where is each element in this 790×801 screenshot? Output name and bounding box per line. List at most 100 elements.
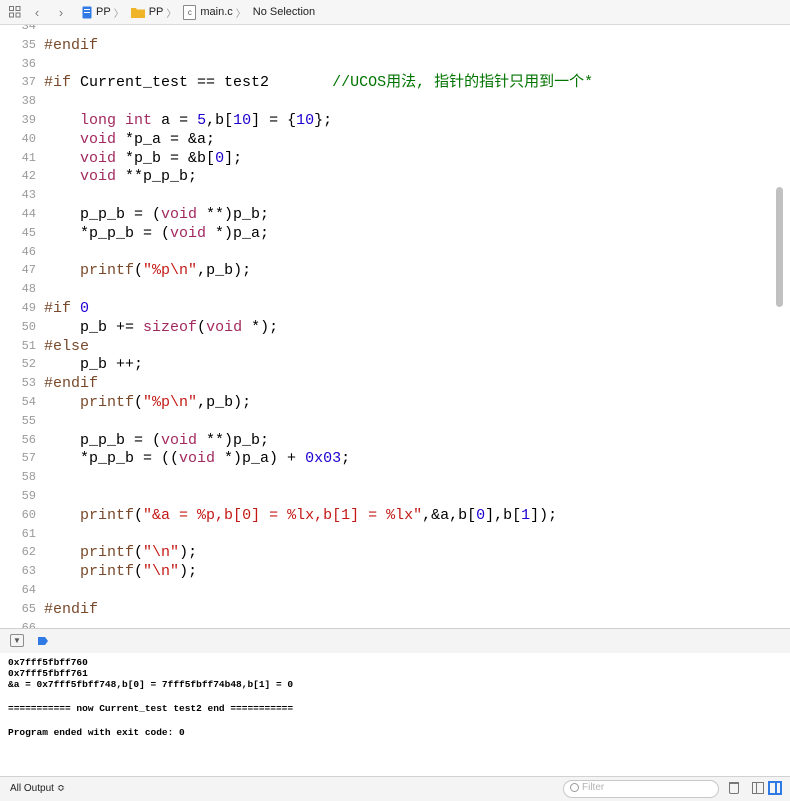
show-variables-view-icon[interactable] [752,782,764,794]
code-line[interactable]: 38 [0,92,775,111]
related-items-grid-icon[interactable] [8,0,22,24]
line-number: 35 [21,37,36,52]
code-line[interactable]: 64 [0,581,775,600]
code-line[interactable]: 66 [0,619,775,628]
code-line[interactable]: 59 [0,487,775,506]
line-number: 41 [21,150,36,165]
editor-scrollbar[interactable] [776,187,783,307]
code-line[interactable]: 42 void **p_p_b; [0,167,775,186]
forward-chevron-icon[interactable]: › [54,0,68,24]
line-number: 58 [21,470,36,485]
code-text: printf("\n"); [80,563,198,581]
code-text: void **p_p_b; [80,168,198,186]
code-line[interactable]: 54 printf("%p\n",p_b); [0,393,775,412]
trash-icon[interactable] [729,782,739,794]
code-line[interactable]: 52 p_b ++; [0,355,775,374]
code-text: p_p_b = (void **)p_b; [44,431,270,449]
code-line[interactable]: 53 #endif [0,374,775,393]
hide-debug-area-icon[interactable]: ▼ [10,634,24,647]
code-line[interactable]: 65 #endif [0,600,775,619]
line-number: 43 [21,188,36,203]
code-text: void *p_b = &b[0]; [80,149,243,167]
breadcrumb-symbol[interactable]: No Selection [253,6,315,18]
c-file-icon: c [183,4,197,20]
output-selector[interactable]: All Output ≎ [10,783,65,794]
breadcrumb-project[interactable]: PP [82,6,111,19]
code-text: #endif [44,375,99,393]
code-line[interactable]: 56 p_p_b = (void **)p_b; [0,431,775,450]
line-number: 39 [21,113,36,127]
line-number: 59 [21,489,36,503]
code-line[interactable]: 61 [0,525,775,544]
code-line[interactable]: 49 #if 0 [0,299,775,318]
line-number: 40 [21,131,36,146]
line-number: 46 [21,244,36,259]
code-line[interactable]: 57 *p_p_b = ((void *)p_a) + 0x03; [0,449,775,468]
breadcrumb-label: PP [148,6,164,18]
line-number: 52 [21,357,36,372]
chevron-right-icon: 〉 [166,8,177,20]
line-number: 64 [21,583,36,597]
jump-bar: ‹ › PP 〉 PP 〉 c main.c 〉 No Selection [0,0,790,25]
breadcrumb-group[interactable]: PP [130,6,164,18]
code-line[interactable]: 44 p_p_b = (void **)p_b; [0,205,775,224]
filter-placeholder: Filter [582,782,605,793]
code-line[interactable]: 48 [0,280,775,299]
line-number: 38 [21,94,36,109]
code-text: printf("%p\n",p_b); [80,394,252,411]
code-line[interactable]: 40 void *p_a = &a; [0,130,775,149]
code-line[interactable]: 46 [0,243,775,262]
line-number: 34 [21,25,36,33]
code-text: #else [44,337,90,355]
line-number: 48 [21,282,36,297]
line-number: 63 [21,564,36,579]
filter-icon [570,783,579,792]
code-line[interactable]: 63 printf("\n"); [0,562,775,581]
console-output[interactable]: 0x7fff5fbff760 0x7fff5fbff761 &a = 0x7fff5… [0,653,790,776]
line-number: 49 [21,301,36,315]
console-line: Program ended with exit code: 0 [8,727,185,738]
project-file-icon [82,6,92,18]
line-number: 66 [21,620,36,628]
code-text: p_p_b = (void **)p_b; [44,206,270,223]
code-text: printf("&a = %p,b[0] = %lx,b[1] = %lx",&… [80,506,558,524]
code-line[interactable]: 62 printf("\n"); [0,543,775,562]
code-text: #if Current_test == test2 //UCOS用法, 指针的指… [44,74,594,92]
code-line[interactable]: 47 printf("%p\n",p_b); [0,261,775,280]
code-line[interactable]: 41 void *p_b = &b[0]; [0,149,775,168]
code-line[interactable]: 55 [0,412,775,431]
console-line: &a = 0x7fff5fbff748,b[0] = 7fff5fbff74b4… [8,679,294,690]
breadcrumb-file[interactable]: c main.c [183,4,233,20]
code-line[interactable]: 45 *p_p_b = (void *)p_a; [0,224,775,243]
line-number: 45 [21,225,36,240]
code-line[interactable]: 58 [0,468,775,487]
console-line: 0x7fff5fbff761 [8,668,88,679]
code-line[interactable]: 60 printf("&a = %p,b[0] = %lx,b[1] = %lx… [0,506,775,525]
code-line[interactable]: 50 p_b += sizeof(void *); [0,318,775,337]
line-number: 60 [21,507,36,522]
line-number: 54 [21,395,36,409]
code-line[interactable]: 39 long int a = 5,b[10] = {10}; [0,111,775,130]
code-line[interactable]: 43 [0,186,775,205]
back-chevron-icon[interactable]: ‹ [30,0,44,24]
line-number: 56 [21,432,36,447]
breadcrumb-label: PP [96,6,111,18]
breakpoints-toggle-icon[interactable] [38,637,48,645]
source-editor[interactable]: 34 35 #endif 36 37 #if Current_test == test2 … [0,25,790,628]
breadcrumb-label: main.c [200,6,233,18]
code-line[interactable]: 51 #else [0,337,775,356]
line-number: 65 [21,601,36,616]
code-text: p_b ++; [44,356,144,374]
code-line[interactable]: 37 #if Current_test == test2 //UCOS用法, 指针… [0,73,775,92]
chevron-right-icon: 〉 [235,8,246,20]
debug-bar: ▼ [0,628,790,654]
code-line[interactable]: 36 [0,55,775,74]
console-line: =========== now Current_test test2 end =… [8,703,294,714]
code-line[interactable]: 35 #endif [0,36,775,55]
xcode-window: ‹ › PP 〉 PP 〉 c main.c 〉 No Selection 34… [0,0,790,801]
code-text: void *p_a = &a; [80,130,216,148]
code-line[interactable]: 34 [0,25,775,36]
show-console-view-icon[interactable] [768,781,782,795]
chevron-right-icon: 〉 [113,8,124,20]
filter-field[interactable]: Filter [563,780,719,798]
